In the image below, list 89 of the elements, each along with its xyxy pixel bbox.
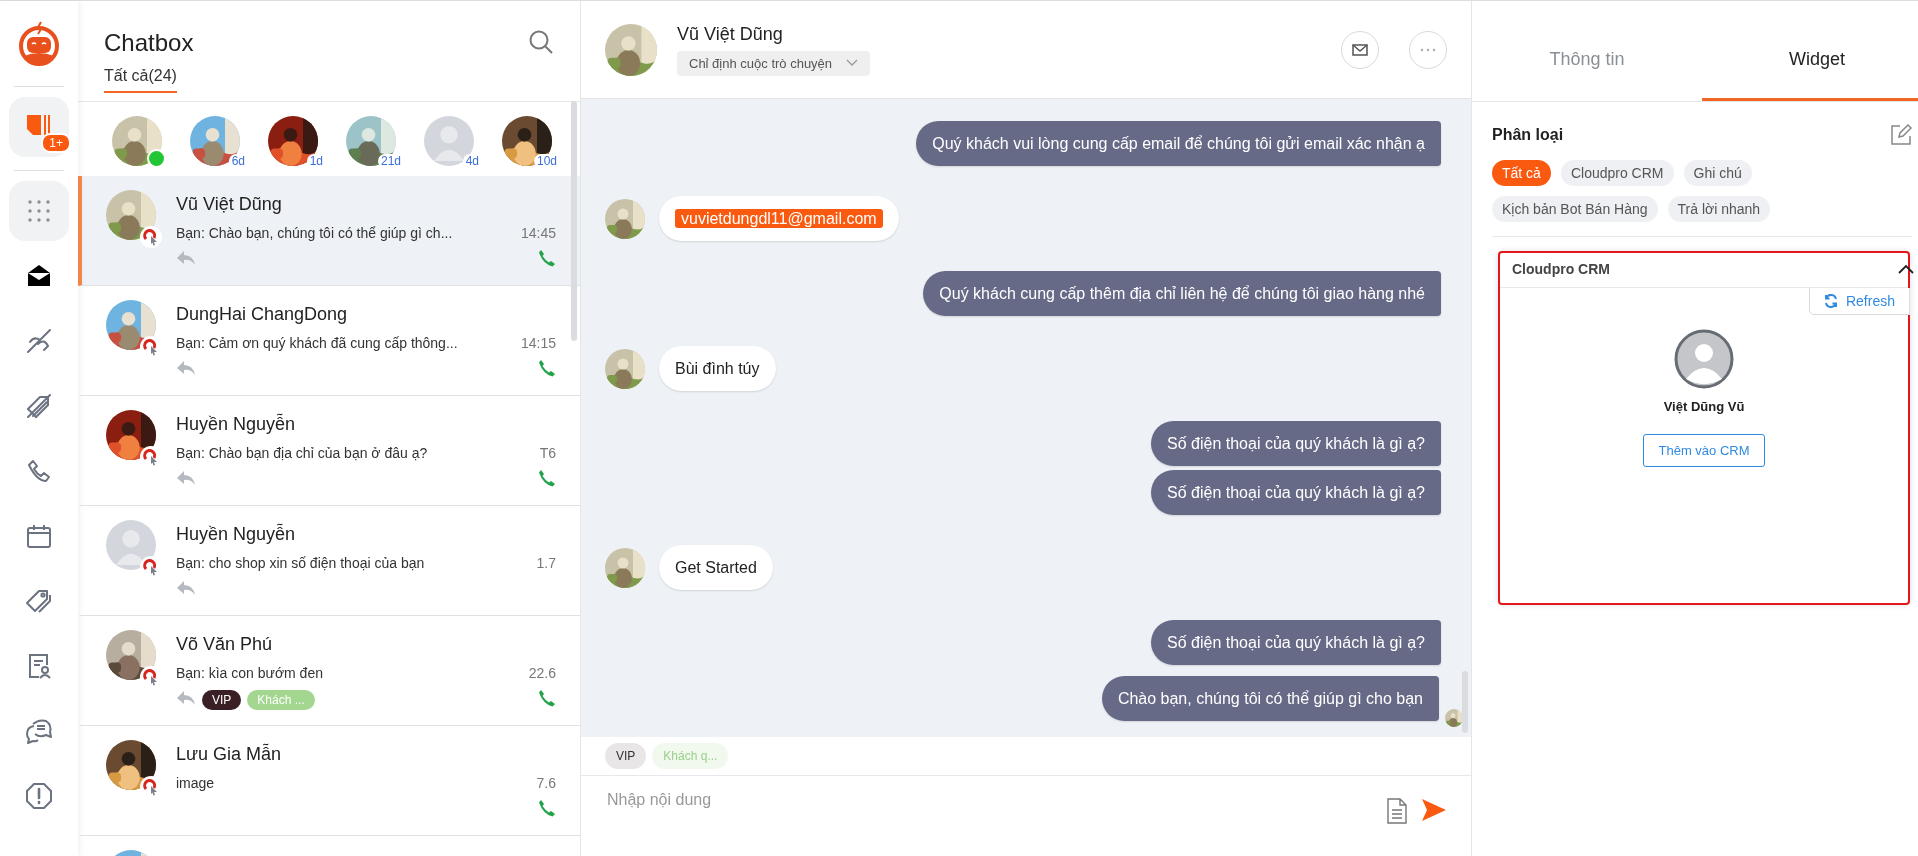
- add-to-crm-button[interactable]: Thêm vào CRM: [1643, 434, 1765, 467]
- tab[interactable]: Widget: [1702, 1, 1918, 101]
- phone-off-icon[interactable]: [24, 326, 54, 356]
- edit-icon[interactable]: [1890, 124, 1912, 146]
- document-icon[interactable]: [1387, 798, 1407, 824]
- contact-name: Huyền Nguyễn: [176, 414, 297, 435]
- send-icon[interactable]: [1421, 798, 1447, 822]
- message-bubble: Chào bạn, chúng tôi có thể giúp gì cho bạn: [1101, 675, 1439, 721]
- time-badge: 10d: [533, 154, 560, 168]
- filter-chip[interactable]: Cloudpro CRM: [1560, 160, 1674, 186]
- tag-label: Khách q...: [652, 743, 729, 769]
- conversation-item[interactable]: DungHai ChangDong Bạn: Cảm ơn quý khách đã cung cấp thông... 14:15: [78, 286, 580, 396]
- avatar-icon: [1674, 329, 1734, 389]
- message-time: 1.7: [536, 555, 556, 571]
- message-bubble: Get Started: [659, 545, 773, 590]
- message-bubble: Số điện thoại của quý khách là gì ạ?: [1151, 470, 1441, 515]
- tag-off-icon[interactable]: [24, 391, 54, 421]
- message-time: 14:15: [520, 335, 556, 351]
- phone-icon[interactable]: [538, 249, 556, 267]
- contact-name: Lưu Gia Mẫn: [176, 744, 283, 765]
- message-preview: Bạn: cho shop xin số điện thoại của bạn: [176, 555, 425, 571]
- search-icon[interactable]: [528, 29, 554, 55]
- contact-name: Việt Dũng Vũ: [1663, 399, 1745, 414]
- message-preview: Bạn: Cảm ơn quý khách đã cung cấp thông...: [176, 335, 458, 351]
- phone-icon[interactable]: [538, 359, 556, 377]
- time-badge: 6d: [228, 154, 248, 168]
- time-badge: 21d: [377, 154, 404, 168]
- conversation-item[interactable]: Võ Văn Phú Bạn: kìa con bướm đen 22.6 VIP Khách ...: [78, 616, 580, 726]
- card-title: Cloudpro CRM: [1512, 261, 1610, 277]
- assign-dropdown[interactable]: Chỉ định cuộc trò chuyện: [677, 50, 871, 76]
- time-badge: 1d: [306, 154, 326, 168]
- contact-name: Vũ Việt Dũng: [677, 23, 784, 45]
- message-preview: Bạn: kìa con bướm đen: [176, 665, 323, 681]
- conversation-item[interactable]: Huyền Nguyễn Bạn: cho shop xin số điện thoại của bạn 1.7: [78, 506, 580, 616]
- message-time: 14:45: [520, 225, 556, 241]
- count-badge: 1+: [41, 133, 71, 153]
- phone-icon[interactable]: [538, 469, 556, 487]
- phone-icon[interactable]: [538, 799, 556, 817]
- conversation-item[interactable]: Lưu Gia Mẫn image 7.6: [78, 726, 580, 836]
- tag-label: VIP: [202, 690, 242, 710]
- filter-chip[interactable]: Kịch bản Bot Bán Hàng: [1492, 196, 1658, 222]
- reply-icon: [176, 360, 196, 376]
- conversation-item[interactable]: Huyền Nguyễn Bạn: Chào bạn địa chỉ của bạn ở đâu ạ? T6: [78, 396, 580, 506]
- filter-chip[interactable]: Trả lời nhanh: [1667, 196, 1771, 222]
- conversation-item[interactable]: Vũ Việt Dũng Bạn: Chào bạn, chúng tôi có thể giúp gì ch... 14:45: [78, 176, 580, 286]
- filter-tab[interactable]: Tất cả(24): [104, 67, 177, 93]
- message-bubble: Số điện thoại của quý khách là gì ạ?: [1151, 620, 1441, 665]
- reply-icon: [176, 690, 196, 706]
- chevron-down-icon: [846, 59, 859, 67]
- robot-logo-icon[interactable]: [16, 20, 62, 66]
- email-button[interactable]: [1341, 30, 1379, 69]
- message-bubble: Số điện thoại của quý khách là gì ạ?: [1151, 421, 1441, 466]
- section-title: Phân loại: [1492, 126, 1564, 144]
- tag-label: VIP: [605, 743, 647, 769]
- filter-chip[interactable]: Ghi chú: [1683, 160, 1752, 186]
- message-preview: Bạn: Chào bạn, chúng tôi có thể giúp gì ch...: [176, 225, 453, 241]
- reply-icon: [176, 250, 196, 266]
- phone-icon[interactable]: [538, 689, 556, 707]
- magnet-icon: [140, 226, 162, 248]
- avatar-icon: [106, 520, 156, 570]
- scrollbar[interactable]: [1462, 671, 1468, 733]
- refresh-icon: [1823, 294, 1838, 308]
- chevron-icon[interactable]: [1898, 264, 1914, 274]
- more-icon: [1420, 47, 1436, 52]
- message-bubble: Quý khách vui lòng cung cấp email để chúng tôi gửi email xác nhận ạ: [916, 121, 1441, 166]
- calendar-icon[interactable]: [25, 522, 53, 550]
- scrollbar[interactable]: [571, 101, 577, 341]
- apps-grid-icon[interactable]: [27, 199, 51, 223]
- time-badge: 4d: [462, 154, 482, 168]
- contact-name: Huyền Nguyễn: [176, 524, 297, 545]
- panel-title: Chatbox: [104, 29, 194, 57]
- contact-name: Võ Văn Phú: [176, 634, 274, 655]
- message-time: 7.6: [536, 775, 556, 791]
- message-preview: image: [176, 775, 215, 791]
- message-bubble: Quý khách cung cấp thêm địa chỉ liên hệ để chúng tôi giao hàng nhé: [923, 271, 1441, 316]
- message-bubble: Bùi đình túy: [659, 346, 776, 391]
- tag-label: Khách ...: [247, 690, 315, 710]
- message-time: T6: [539, 445, 556, 461]
- contact-name: Vũ Việt Dũng: [176, 194, 283, 215]
- mail-icon: [1352, 43, 1368, 56]
- message-time: 22.6: [528, 665, 556, 681]
- reply-icon: [176, 470, 196, 486]
- reply-icon: [176, 580, 196, 596]
- alert-icon[interactable]: [24, 781, 54, 811]
- phone-icon[interactable]: [25, 457, 53, 485]
- message-preview: Bạn: Chào bạn địa chỉ của bạn ở đâu ạ?: [176, 445, 428, 461]
- contact-name: DungHai ChangDong: [176, 304, 349, 325]
- chat-bubbles-icon[interactable]: [24, 716, 54, 746]
- refresh-button[interactable]: Refresh: [1808, 288, 1910, 315]
